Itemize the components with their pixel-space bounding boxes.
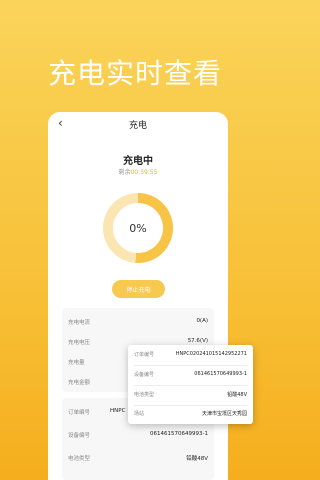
order-label: 订单编号 — [68, 410, 91, 416]
metric-label: 充电金额 — [68, 380, 91, 386]
popup-label: 订单编号 — [134, 352, 155, 358]
order-value: 061461570649993-1 — [150, 431, 208, 437]
popup-value: 061461570649993-1 — [194, 371, 247, 377]
popup-label: 设备编号 — [134, 372, 155, 378]
metric-value: 0(A) — [196, 318, 208, 324]
progress-percent: 0% — [113, 203, 163, 253]
order-label: 电池类型 — [68, 456, 91, 462]
order-label: 设备编号 — [68, 433, 91, 439]
popup-row: 设备编号 061461570649993-1 — [134, 371, 247, 381]
metric-label: 充电电压 — [68, 340, 91, 346]
remaining-label: 剩余 — [118, 169, 131, 176]
popup-row: 订单编号 HNPC020241015142952271 — [134, 351, 247, 361]
order-value: HNPC — [110, 408, 126, 414]
order-detail-popup: 订单编号 HNPC020241015142952271 设备编号 0614615… — [128, 345, 253, 424]
popup-value: HNPC020241015142952271 — [175, 351, 247, 357]
divider — [134, 385, 247, 386]
metric-value: 57.6(V) — [187, 338, 208, 344]
popup-row: 电池类型 铅酸48V — [134, 391, 247, 401]
hero-title: 充电实时查看 — [47, 57, 222, 90]
stop-charging-button[interactable]: 停止充电 — [112, 280, 165, 298]
metric-label: 充电电流 — [68, 320, 91, 326]
popup-value: 铅酸48V — [227, 392, 247, 398]
order-row: 电池类型 铅酸48V — [68, 454, 208, 464]
progress-ring: 0% — [103, 193, 173, 263]
popup-value: 天津市宝坻区天秀园 — [201, 411, 247, 417]
divider — [134, 405, 247, 406]
popup-row: 场站 天津市宝坻区天秀园 — [134, 410, 247, 420]
metric-row: 充电电流 0(A) — [68, 318, 208, 328]
order-row: 设备编号 061461570649993-1 — [68, 431, 208, 441]
popup-label: 场站 — [134, 411, 145, 417]
nav-bar: ‹ 充电 — [48, 112, 228, 138]
metric-label: 充电量 — [68, 360, 85, 366]
nav-title: 充电 — [128, 121, 147, 131]
status-title: 充电中 — [123, 156, 153, 167]
popup-label: 电池类型 — [134, 392, 155, 398]
order-value: 铅酸48V — [186, 456, 208, 462]
remaining-time: 剩余00:59:55 — [48, 167, 228, 176]
divider — [134, 365, 247, 366]
remaining-timer: 00:59:55 — [130, 169, 158, 176]
phone-screen: ‹ 充电 充电中 剩余00:59:55 0% 停止充电 充电电流 0(A) 充电… — [48, 112, 228, 480]
